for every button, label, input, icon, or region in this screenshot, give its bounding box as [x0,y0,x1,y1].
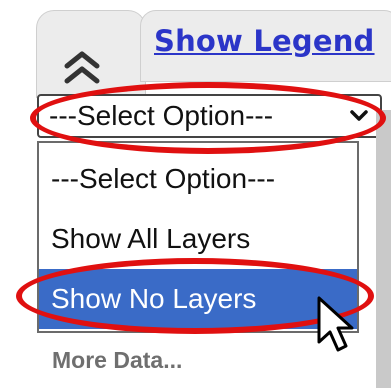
panel-edge [376,110,391,388]
option-show-no-layers[interactable]: Show No Layers [39,269,357,329]
option-show-all-layers[interactable]: Show All Layers [39,209,357,269]
more-data-link[interactable]: More Data... [52,347,182,374]
tab-strip: Show Legend [0,0,391,98]
mouse-pointer-icon [317,296,354,352]
double-chevron-up-icon[interactable] [62,50,102,86]
layer-select-dropdown: ---Select Option--- Show All Layers Show… [37,141,359,333]
show-legend-link[interactable]: Show Legend [154,24,375,58]
option-select-option[interactable]: ---Select Option--- [39,149,357,209]
layer-select-value: ---Select Option--- [49,100,274,131]
chevron-down-icon [350,110,368,121]
layer-select[interactable]: ---Select Option--- [37,94,382,138]
